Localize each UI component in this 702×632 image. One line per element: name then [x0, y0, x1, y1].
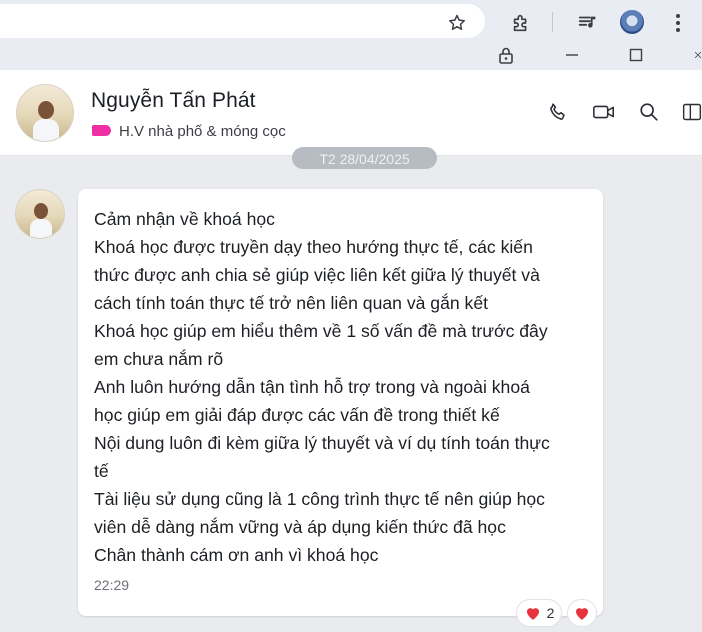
chat-conversation: T2 28/04/2025 Cảm nhận về khoá học Khoá …	[0, 147, 702, 632]
window-controls-bar	[0, 40, 702, 70]
heart-icon	[576, 608, 588, 620]
profile-avatar-icon[interactable]	[620, 10, 644, 34]
minimize-icon[interactable]	[562, 45, 582, 65]
contact-avatar[interactable]	[16, 84, 74, 142]
message-line: Nội dung luôn đi kèm giữa lý thuyết và v…	[94, 433, 550, 453]
message-timestamp: 22:29	[94, 577, 130, 593]
phone-icon[interactable]	[546, 100, 570, 124]
reaction-count: 2	[546, 605, 555, 621]
heart-icon	[526, 608, 539, 620]
sender-avatar[interactable]	[15, 189, 65, 239]
close-icon[interactable]	[690, 45, 702, 65]
video-call-icon[interactable]	[592, 100, 616, 124]
more-menu-icon[interactable]	[668, 11, 688, 35]
browser-toolbar	[0, 0, 702, 40]
message-text: Cảm nhận về khoá học Khoá học được truyề…	[94, 205, 587, 569]
message-line: thức được anh chia sẻ giúp việc liên kết…	[94, 265, 540, 285]
address-bar[interactable]	[0, 4, 485, 38]
message-line: Khoá học được truyền dạy theo hướng thực…	[94, 237, 533, 257]
media-control-icon[interactable]	[576, 11, 600, 35]
message-line: Chân thành cám ơn anh vì khoá học	[94, 545, 379, 565]
extension-icon[interactable]	[509, 11, 533, 35]
message-bubble[interactable]: Cảm nhận về khoá học Khoá học được truyề…	[78, 189, 603, 616]
message-line: Anh luôn hướng dẫn tận tình hỗ trợ trong…	[94, 377, 530, 397]
message-line: tế	[94, 461, 109, 481]
message-line: Tài liệu sử dụng cũng là 1 công trình th…	[94, 489, 545, 509]
date-separator: T2 28/04/2025	[292, 147, 437, 169]
contact-name[interactable]: Nguyễn Tấn Phát	[91, 89, 256, 113]
message-line: Cảm nhận về khoá học	[94, 209, 275, 229]
message-line: viên dễ dàng nắm vững và áp dụng kiến th…	[94, 517, 506, 537]
contact-tag-label[interactable]: H.V nhà phố & móng cọc	[119, 123, 286, 140]
star-icon[interactable]	[446, 12, 468, 34]
react-button[interactable]	[567, 599, 597, 627]
sidebar-toggle-icon[interactable]	[682, 100, 702, 124]
message-line: học giúp em giải đáp được các vấn đề tro…	[94, 405, 500, 425]
toolbar-divider	[552, 12, 553, 32]
message-line: em chưa nắm rõ	[94, 349, 224, 369]
search-icon[interactable]	[637, 100, 661, 124]
maximize-icon[interactable]	[626, 45, 646, 65]
tag-icon	[92, 125, 111, 136]
message-line: Khoá học giúp em hiểu thêm về 1 số vấn đ…	[94, 321, 548, 341]
message-line: cách tính toán thực tế trở nên liên quan…	[94, 293, 489, 313]
chat-header: Nguyễn Tấn Phát H.V nhà phố & móng cọc	[0, 70, 702, 156]
reaction-summary[interactable]: 2	[516, 599, 562, 627]
lock-icon[interactable]	[496, 45, 516, 65]
